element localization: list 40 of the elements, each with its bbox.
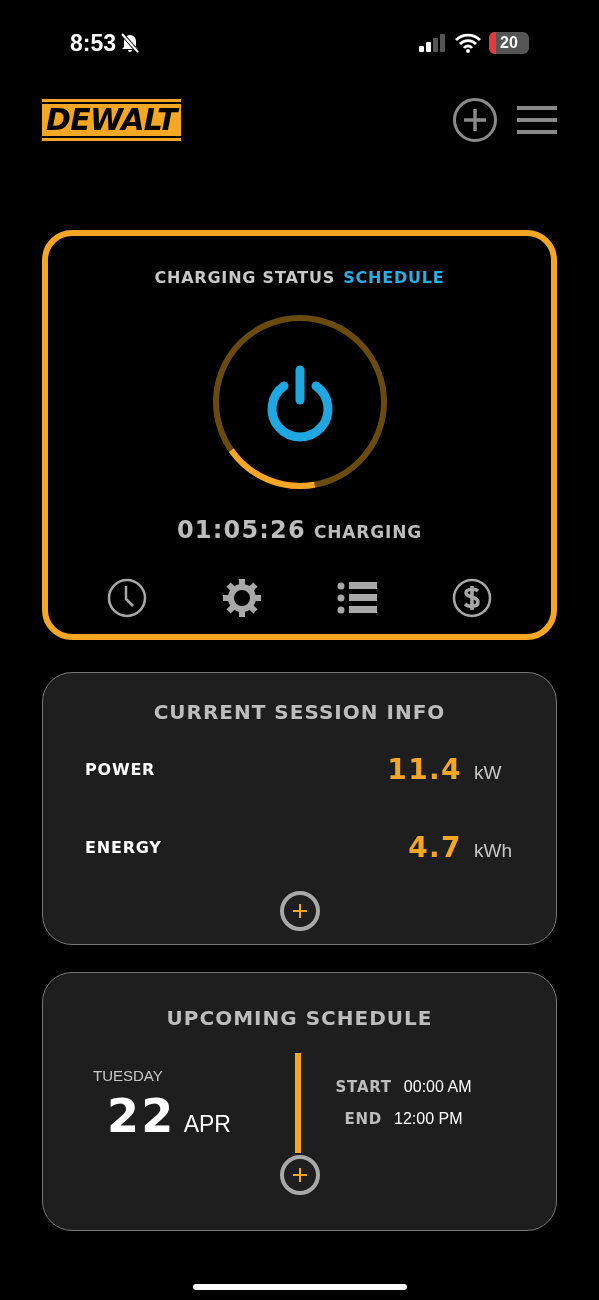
metric-unit: kW — [474, 761, 503, 785]
metric-value: 11.4 — [387, 752, 462, 788]
metric-label: POWER — [85, 759, 156, 781]
month: APR — [183, 1110, 231, 1139]
metric-label: ENERGY — [85, 837, 162, 859]
clock-icon — [107, 578, 148, 618]
plus-icon — [463, 108, 487, 132]
clock-button[interactable] — [107, 578, 148, 618]
cost-button[interactable] — [451, 578, 492, 618]
status-time: 8:53 — [70, 28, 117, 58]
settings-icon — [222, 578, 263, 618]
plus-icon — [290, 902, 309, 920]
schedule-link[interactable]: SCHEDULE — [343, 266, 445, 290]
plus-icon — [290, 1166, 309, 1184]
day-number: 22 — [107, 1091, 176, 1141]
weekday: TUESDAY — [93, 1065, 164, 1086]
card-title: CHARGING STATUS — [154, 267, 336, 289]
time-value: 00:00 AM — [403, 1077, 472, 1097]
add-button[interactable] — [279, 891, 320, 931]
wifi-icon — [455, 33, 481, 53]
list-icon — [336, 581, 377, 615]
signal-icon — [419, 34, 447, 52]
silent-bell-icon — [120, 32, 141, 54]
settings-button[interactable] — [222, 578, 263, 618]
metric-value: 4.7 — [408, 830, 462, 866]
time-label: START — [335, 1077, 392, 1098]
menu-button[interactable] — [517, 105, 557, 135]
dollar-icon — [451, 578, 492, 618]
card-title: UPCOMING SCHEDULE — [166, 1005, 433, 1032]
add-button[interactable] — [279, 1155, 320, 1195]
charging-state: CHARGING — [313, 521, 423, 544]
metric-unit: kWh — [474, 839, 513, 863]
card-title: CURRENT SESSION INFO — [153, 699, 446, 726]
battery-indicator: 20 — [489, 32, 529, 54]
add-button[interactable] — [453, 98, 497, 142]
time-value: 12:00 PM — [394, 1109, 463, 1129]
time-label: END — [344, 1109, 382, 1130]
charging-timer: 01:05:26 — [176, 515, 306, 546]
brand-logo: DEWALT — [42, 99, 181, 141]
menu-icon — [517, 106, 557, 134]
